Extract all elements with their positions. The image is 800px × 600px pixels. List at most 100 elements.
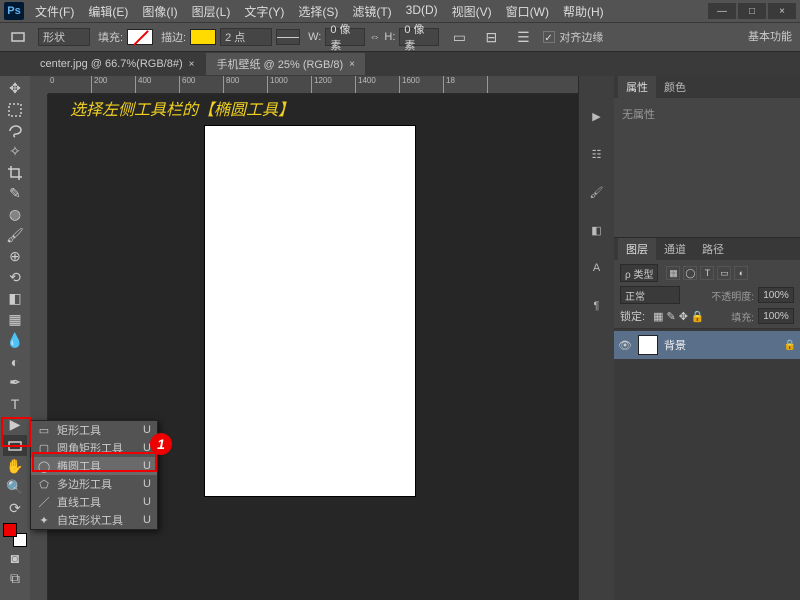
zoom-tool[interactable]: 🔍 bbox=[3, 477, 27, 498]
opacity-field[interactable]: 100% bbox=[758, 287, 794, 303]
foreground-color[interactable] bbox=[3, 523, 17, 537]
fill-swatch[interactable] bbox=[127, 29, 153, 45]
eyedropper-tool[interactable]: ✎ bbox=[3, 183, 27, 204]
color-swatches[interactable] bbox=[3, 523, 27, 547]
close-icon[interactable]: × bbox=[189, 59, 195, 70]
shape-tool[interactable] bbox=[3, 435, 27, 456]
history-icon[interactable]: ☷ bbox=[587, 144, 607, 164]
pen-tool[interactable]: ✒ bbox=[3, 372, 27, 393]
menu-help[interactable]: 帮助(H) bbox=[560, 1, 607, 22]
ruler-corner bbox=[30, 76, 48, 94]
menu-file[interactable]: 文件(F) bbox=[32, 1, 77, 22]
doc-tab-2[interactable]: 手机壁纸 @ 25% (RGB/8)× bbox=[206, 53, 365, 75]
lock-pixels-icon[interactable]: ✎ bbox=[666, 310, 675, 323]
arrange-icon[interactable]: ☰ bbox=[511, 27, 535, 48]
tab-layers[interactable]: 图层 bbox=[618, 238, 656, 260]
tab-properties[interactable]: 属性 bbox=[618, 76, 656, 98]
stamp-tool[interactable]: ⊕ bbox=[3, 246, 27, 267]
tab-paths[interactable]: 路径 bbox=[694, 238, 732, 260]
fly-polygon[interactable]: ⬠多边形工具U bbox=[31, 475, 157, 493]
properties-panel-tabs: 属性 颜色 bbox=[614, 76, 800, 98]
menu-3d[interactable]: 3D(D) bbox=[403, 1, 441, 22]
opt-tool-icon[interactable] bbox=[6, 27, 30, 48]
lasso-tool[interactable] bbox=[3, 120, 27, 141]
type-tool[interactable]: T bbox=[3, 393, 27, 414]
align-icon[interactable]: ⊟ bbox=[479, 27, 503, 48]
window-close[interactable]: × bbox=[768, 3, 796, 19]
lock-icon: 🔒 bbox=[784, 340, 796, 351]
menu-edit[interactable]: 编辑(E) bbox=[85, 1, 131, 22]
ruler-horizontal[interactable]: 0200400600800100012001400160018 bbox=[48, 76, 578, 94]
path-select-tool[interactable]: ▶ bbox=[3, 414, 27, 435]
document-canvas[interactable] bbox=[205, 126, 415, 496]
path-ops-icon[interactable]: ▭ bbox=[447, 27, 471, 48]
hand-tool[interactable]: ✋ bbox=[3, 456, 27, 477]
screenmode-toggle[interactable]: ⧉ bbox=[3, 568, 27, 589]
stroke-swatch[interactable] bbox=[190, 29, 216, 45]
doc-tab-1[interactable]: center.jpg @ 66.7%(RGB/8#)× bbox=[30, 53, 204, 75]
filter-adjust-icon[interactable]: ◯ bbox=[683, 266, 697, 280]
filter-pixel-icon[interactable]: ▦ bbox=[666, 266, 680, 280]
lock-position-icon[interactable]: ✥ bbox=[679, 310, 688, 323]
stroke-style-dropdown[interactable] bbox=[276, 29, 300, 45]
marquee-tool[interactable] bbox=[3, 99, 27, 120]
height-field[interactable]: 0 像素 bbox=[399, 28, 439, 46]
fly-custom-shape[interactable]: ✦自定形状工具U bbox=[31, 511, 157, 529]
character-icon[interactable]: A bbox=[587, 258, 607, 278]
layer-kind-dropdown[interactable]: ρ 类型 bbox=[620, 264, 658, 282]
menu-window[interactable]: 窗口(W) bbox=[503, 1, 552, 22]
fly-rectangle[interactable]: ▭矩形工具U bbox=[31, 421, 157, 439]
menu-filter[interactable]: 滤镜(T) bbox=[349, 1, 394, 22]
width-field[interactable]: 0 像素 bbox=[325, 28, 365, 46]
filter-type-icon[interactable]: T bbox=[700, 266, 714, 280]
width-label: W: bbox=[308, 31, 321, 43]
move-tool[interactable]: ✥ bbox=[3, 78, 27, 99]
menu-layer[interactable]: 图层(L) bbox=[189, 1, 234, 22]
shape-mode-dropdown[interactable]: 形状 bbox=[38, 28, 90, 46]
blend-mode-dropdown[interactable]: 正常 bbox=[620, 286, 680, 304]
document-tabs: center.jpg @ 66.7%(RGB/8#)× 手机壁纸 @ 25% (… bbox=[0, 52, 800, 76]
lock-all-icon[interactable]: 🔒 bbox=[691, 310, 705, 323]
menu-select[interactable]: 选择(S) bbox=[295, 1, 341, 22]
fly-rounded-rectangle[interactable]: ▢圆角矩形工具U bbox=[31, 439, 157, 457]
brush-preset-icon[interactable]: 🖌 bbox=[587, 182, 607, 202]
layer-row[interactable]: 👁 背景 🔒 bbox=[614, 331, 800, 359]
paragraph-icon[interactable]: ¶ bbox=[587, 296, 607, 316]
dodge-tool[interactable]: ◐ bbox=[3, 351, 27, 372]
rotate-view-tool[interactable]: ⟳ bbox=[3, 498, 27, 519]
window-minimize[interactable]: — bbox=[708, 3, 736, 19]
fly-ellipse[interactable]: ◯椭圆工具U bbox=[31, 457, 157, 475]
heal-tool[interactable]: ◍ bbox=[3, 204, 27, 225]
layer-thumbnail[interactable] bbox=[638, 335, 658, 355]
layer-list[interactable]: 👁 背景 🔒 bbox=[614, 329, 800, 600]
fly-line[interactable]: ／直线工具U bbox=[31, 493, 157, 511]
gradient-tool[interactable]: ▦ bbox=[3, 309, 27, 330]
blur-tool[interactable]: 💧 bbox=[3, 330, 27, 351]
filter-smart-icon[interactable]: ◐ bbox=[734, 266, 748, 280]
lock-transparent-icon[interactable]: ▦ bbox=[653, 310, 663, 323]
crop-tool[interactable] bbox=[3, 162, 27, 183]
eraser-tool[interactable]: ◧ bbox=[3, 288, 27, 309]
titlebar: Ps 文件(F) 编辑(E) 图像(I) 图层(L) 文字(Y) 选择(S) 滤… bbox=[0, 0, 800, 22]
fill-opacity-field[interactable]: 100% bbox=[758, 308, 794, 324]
brush-tool[interactable]: 🖌 bbox=[3, 225, 27, 246]
menu-type[interactable]: 文字(Y) bbox=[241, 1, 287, 22]
window-maximize[interactable]: □ bbox=[738, 3, 766, 19]
swatches-icon[interactable]: ◧ bbox=[587, 220, 607, 240]
wand-tool[interactable]: ✧ bbox=[3, 141, 27, 162]
menu-image[interactable]: 图像(I) bbox=[139, 1, 180, 22]
visibility-icon[interactable]: 👁 bbox=[618, 339, 632, 352]
layer-name[interactable]: 背景 bbox=[664, 337, 686, 353]
stroke-width-field[interactable]: 2 点 bbox=[220, 28, 272, 46]
align-edges-checkbox[interactable] bbox=[543, 31, 555, 43]
link-wh-icon[interactable]: ⇔ bbox=[369, 31, 380, 43]
quickmask-toggle[interactable]: ◙ bbox=[3, 547, 27, 568]
tab-color[interactable]: 颜色 bbox=[656, 76, 694, 98]
play-icon[interactable]: ▶ bbox=[587, 106, 607, 126]
filter-shape-icon[interactable]: ▭ bbox=[717, 266, 731, 280]
history-brush-tool[interactable]: ⟲ bbox=[3, 267, 27, 288]
close-icon[interactable]: × bbox=[349, 59, 355, 70]
menu-view[interactable]: 视图(V) bbox=[449, 1, 495, 22]
workspace-mode-label[interactable]: 基本功能 bbox=[748, 28, 792, 44]
tab-channels[interactable]: 通道 bbox=[656, 238, 694, 260]
